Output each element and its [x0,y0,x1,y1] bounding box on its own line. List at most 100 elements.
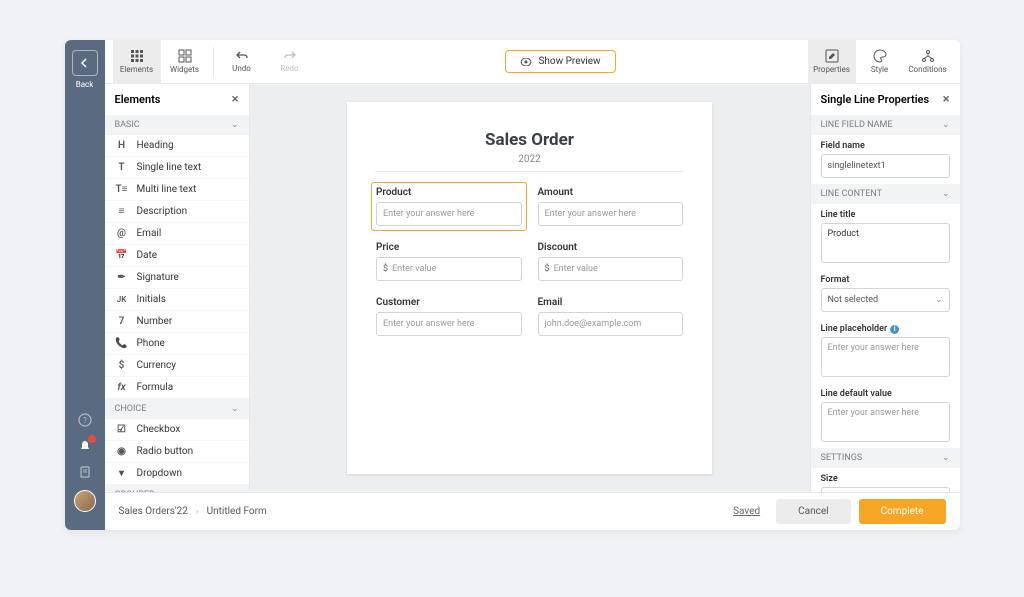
initials-icon: JK [115,295,129,304]
currency-icon: $ [115,360,129,371]
close-icon[interactable]: × [943,92,950,107]
customer-input[interactable]: Enter your answer here [376,312,522,336]
widgets-icon [178,49,192,63]
el-multi-line[interactable]: T≡Multi line text [105,179,249,201]
el-email[interactable]: @Email [105,223,249,245]
toolbar: Elements Widgets Undo Redo [105,40,960,84]
flow-icon [921,49,935,63]
section-grouped[interactable]: GROUPED⌄ [105,485,249,492]
section-content[interactable]: LINE CONTENT⌄ [811,184,960,204]
props-title: Single Line Properties [821,93,930,106]
el-signature[interactable]: ✒Signature [105,267,249,289]
el-checkbox[interactable]: ☑Checkbox [105,419,249,441]
checkbox-icon: ☑ [115,424,129,435]
form-subtitle[interactable]: 2022 [375,154,684,172]
field-customer[interactable]: Customer Enter your answer here [371,292,527,341]
el-radio[interactable]: ◉Radio button [105,441,249,463]
el-initials[interactable]: JKInitials [105,289,249,311]
product-input[interactable]: Enter your answer here [376,202,522,226]
conditions-tab[interactable]: Conditions [904,40,952,84]
email-input[interactable]: john.doe@example.com [538,312,684,336]
footer: Sales Orders'22 › Untitled Form Saved Ca… [105,492,960,530]
saved-status[interactable]: Saved [733,506,760,517]
placeholder-input[interactable]: Enter your answer here [821,337,950,377]
field-name-label: Field name [811,135,960,154]
elements-tab[interactable]: Elements [113,40,161,84]
field-amount[interactable]: Amount Enter your answer here [533,182,689,231]
widgets-tab[interactable]: Widgets [161,40,209,84]
line-title-input[interactable]: Product [821,223,950,263]
field-discount[interactable]: Discount $Enter value [533,237,689,286]
clipboard-icon[interactable] [77,464,93,480]
radio-icon: ◉ [115,446,129,457]
field-name-input[interactable]: singlelinetext1 [821,154,950,178]
notifications-icon[interactable] [77,438,93,454]
app-window: Back ? Elements Widgets [65,40,960,530]
default-input[interactable]: Enter your answer here [821,402,950,442]
discount-input[interactable]: $Enter value [538,257,684,281]
el-heading[interactable]: HHeading [105,135,249,157]
format-label: Format [811,269,960,288]
complete-button[interactable]: Complete [859,499,946,524]
chevron-down-icon: ⌄ [935,295,943,305]
chevron-down-icon: ⌄ [942,189,950,199]
chevron-left-icon [80,58,90,68]
amount-input[interactable]: Enter your answer here [538,202,684,226]
chevron-down-icon: ⌄ [231,120,239,130]
elements-panel: Elements × BASIC⌄ HHeading TSingle line … [105,84,250,492]
signature-icon: ✒ [115,272,129,283]
section-basic[interactable]: BASIC⌄ [105,115,249,135]
line-title-label: Line title [811,204,960,223]
back-button[interactable] [72,50,98,76]
chevron-down-icon: ⌄ [942,453,950,463]
el-number[interactable]: 7Number [105,311,249,333]
el-phone[interactable]: 📞Phone [105,333,249,355]
properties-tab[interactable]: Properties [808,40,856,84]
formula-icon: fx [115,382,129,393]
chevron-down-icon: ⌄ [231,404,239,414]
email-icon: @ [115,228,129,239]
placeholder-label: Line placeholderi [811,318,960,337]
eye-icon [520,58,532,66]
grid-icon [130,49,144,63]
el-dropdown[interactable]: ▾Dropdown [105,463,249,485]
field-product[interactable]: Product Enter your answer here [371,182,527,231]
content-area: Elements Widgets Undo Redo [105,40,960,530]
chevron-down-icon: ⌄ [942,120,950,130]
price-input[interactable]: $Enter value [376,257,522,281]
section-settings[interactable]: SETTINGS⌄ [811,448,960,468]
el-description[interactable]: ≡Description [105,201,249,223]
help-icon[interactable]: ? [77,412,93,428]
multitext-icon: T≡ [115,184,129,195]
dropdown-icon: ▾ [115,468,129,479]
info-icon[interactable]: i [890,325,899,334]
avatar[interactable] [74,490,96,512]
show-preview-button[interactable]: Show Preview [505,50,615,73]
field-email[interactable]: Email john.doe@example.com [533,292,689,341]
text-icon: T [115,162,129,173]
section-choice[interactable]: CHOICE⌄ [105,399,249,419]
breadcrumb-current: Untitled Form [207,506,267,517]
format-select[interactable]: Not selected⌄ [821,288,950,312]
form-title[interactable]: Sales Order [375,130,684,150]
undo-button[interactable]: Undo [218,40,266,84]
cancel-button[interactable]: Cancel [776,499,850,524]
el-formula[interactable]: fxFormula [105,377,249,399]
panel-title: Elements [115,93,161,106]
close-icon[interactable]: × [232,92,239,107]
form-document: Sales Order 2022 Product Enter your answ… [347,102,712,474]
redo-button: Redo [266,40,314,84]
canvas[interactable]: Sales Order 2022 Product Enter your answ… [250,84,810,492]
back-label: Back [76,80,94,89]
el-currency[interactable]: $Currency [105,355,249,377]
breadcrumb-root[interactable]: Sales Orders'22 [119,506,188,517]
el-date[interactable]: 📅Date [105,245,249,267]
svg-text:?: ? [83,416,87,425]
field-price[interactable]: Price $Enter value [371,237,527,286]
style-tab[interactable]: Style [856,40,904,84]
el-single-line[interactable]: TSingle line text [105,157,249,179]
section-field-name[interactable]: LINE FIELD NAME⌄ [811,115,960,135]
edit-icon [825,49,839,63]
properties-panel: Single Line Properties × LINE FIELD NAME… [810,84,960,492]
phone-icon: 📞 [115,338,129,349]
